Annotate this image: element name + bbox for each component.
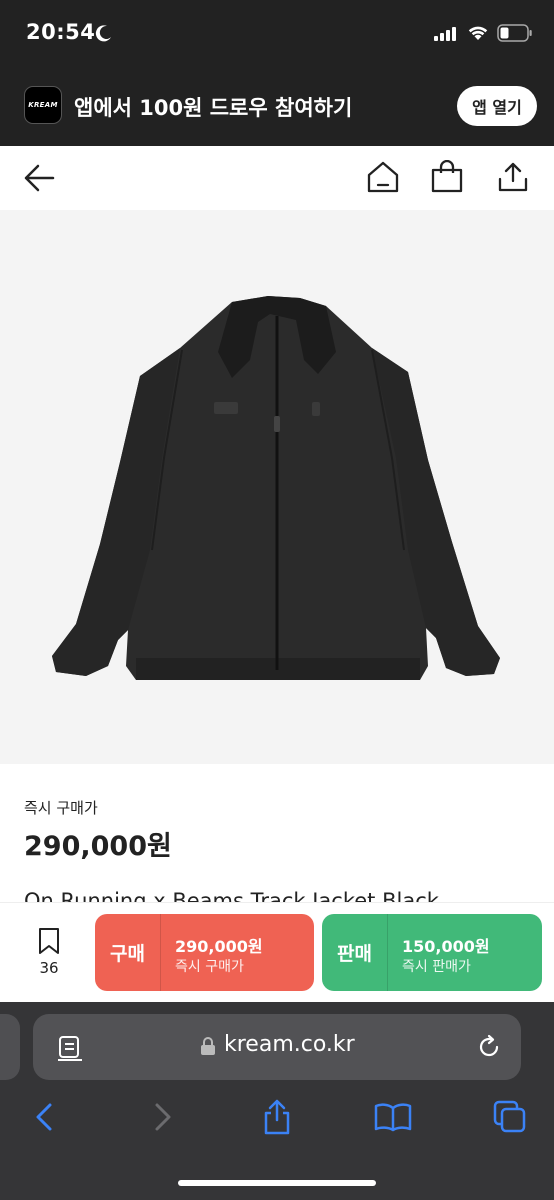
sell-button-subtext: 즉시 판매가 [402,959,471,975]
product-nav-bar [0,146,554,210]
home-indicator [178,1180,376,1186]
browser-tabs-icon[interactable] [493,1100,527,1134]
page-menu-icon[interactable] [57,1034,83,1062]
bookmark-icon[interactable] [37,927,61,955]
kream-logo-text: KREAM [28,101,58,109]
sell-button-price: 150,000원 [402,937,490,956]
status-bar: 20:54 [0,0,554,70]
url-text: kream.co.kr [224,1032,355,1057]
address-bar[interactable]: kream.co.kr [33,1014,521,1080]
instant-buy-price: 290,000원 [24,831,172,862]
battery-icon [497,24,532,42]
sell-button[interactable]: 판매 150,000원 즉시 판매가 [322,914,542,991]
open-app-button[interactable]: 앱 열기 [457,86,537,126]
back-arrow-icon[interactable] [22,162,56,194]
browser-share-icon[interactable] [261,1098,293,1136]
buy-button-price: 290,000원 [175,937,263,956]
safari-toolbar: kream.co.kr [0,1002,554,1200]
wishlist-count: 36 [39,959,59,977]
wifi-icon [468,26,488,40]
shopping-bag-icon[interactable] [430,160,464,194]
buy-button-label: 구매 [95,914,161,991]
share-icon[interactable] [496,160,530,194]
purchase-action-bar: 36 구매 290,000원 즉시 구매가 판매 150,000원 즉시 판매가 [0,902,554,1002]
browser-bookmarks-icon[interactable] [374,1102,412,1132]
cellular-signal-icon [434,27,456,41]
home-icon[interactable] [366,160,400,194]
browser-back-icon[interactable] [34,1102,54,1132]
reload-icon[interactable] [475,1033,503,1061]
moon-icon [95,25,111,42]
status-time: 20:54 [26,20,96,44]
instant-buy-price-label: 즉시 구매가 [24,799,98,817]
browser-forward-icon[interactable] [153,1102,173,1132]
lock-icon [201,1037,215,1055]
buy-button[interactable]: 구매 290,000원 즉시 구매가 [95,914,314,991]
product-title: On Running x Beams Track Jacket Black [24,889,439,902]
product-image[interactable] [0,210,554,764]
jacket-illustration [52,296,500,680]
sell-button-label: 판매 [322,914,388,991]
kream-app-logo: KREAM [24,86,62,124]
app-download-banner: KREAM 앱에서 100원 드로우 참여하기 앱 열기 [0,70,554,146]
wishlist-button[interactable]: 36 [26,927,72,977]
previous-tab-peek[interactable] [0,1014,20,1080]
buy-button-subtext: 즉시 구매가 [175,959,244,975]
banner-promo-text: 앱에서 100원 드로우 참여하기 [74,96,353,120]
